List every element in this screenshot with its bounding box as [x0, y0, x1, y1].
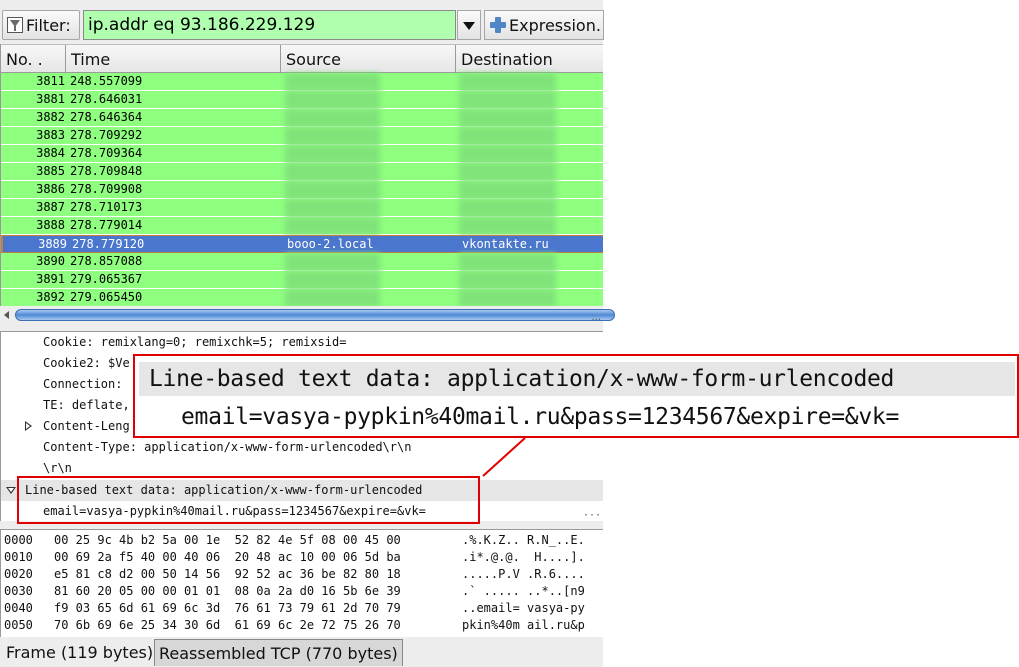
- packet-row[interactable]: 3891 279.065367: [1, 271, 603, 289]
- packet-number: 3888: [36, 218, 65, 232]
- packet-row[interactable]: 3885 278.709848: [1, 163, 603, 181]
- packet-number: 3886: [36, 182, 65, 196]
- packet-time: 278.779120: [72, 237, 145, 251]
- redacted-destination: [459, 271, 556, 289]
- redacted-source: [285, 127, 380, 145]
- packet-time: 278.779014: [70, 218, 143, 232]
- redacted-source: [285, 145, 380, 163]
- redacted-destination: [459, 217, 556, 235]
- redacted-destination: [459, 91, 556, 109]
- packet-destination: vkontakte.ru: [462, 237, 549, 251]
- packet-row[interactable]: 3811 248.557099: [1, 73, 603, 91]
- callout-body: email=vasya-pypkin%40mail.ru&pass=123456…: [181, 404, 900, 430]
- packet-number: 3892: [36, 290, 65, 304]
- packet-row[interactable]: 3881 278.646031: [1, 91, 603, 109]
- packet-rows: 3811 248.557099 3881 278.646031 3882 278.6463…: [1, 73, 603, 306]
- packet-time: 248.557099: [70, 74, 143, 88]
- redacted-source: [285, 199, 380, 217]
- packet-time: 278.646031: [70, 92, 143, 106]
- packet-row-selected[interactable]: 3889 278.779120 booo-2.local vkontakte.ru: [1, 235, 603, 253]
- packet-number: 3811: [36, 74, 65, 88]
- filter-input[interactable]: ip.addr eq 93.186.229.129: [83, 10, 456, 40]
- redacted-destination: [459, 181, 556, 199]
- callout-title: Line-based text data: application/x-www-…: [139, 362, 1015, 396]
- redacted-destination: [459, 73, 556, 91]
- packet-number: 3891: [36, 272, 65, 286]
- redacted-source: [285, 73, 380, 91]
- packet-time: 279.065450: [70, 290, 143, 304]
- expand-triangle-icon[interactable]: [25, 421, 32, 431]
- packet-source: booo-2.local: [287, 237, 374, 251]
- redacted-source: [285, 217, 380, 235]
- highlight-box: [17, 476, 480, 524]
- pane-resize-handle[interactable]: ···: [583, 510, 601, 521]
- packet-row[interactable]: 3886 278.709908: [1, 181, 603, 199]
- redacted-source: [285, 271, 380, 289]
- packet-row[interactable]: 3884 278.709364: [1, 145, 603, 163]
- packet-number: 3882: [36, 110, 65, 124]
- packet-time: 278.709848: [70, 164, 143, 178]
- tab-reassembled-tcp[interactable]: Reassembled TCP (770 bytes): [154, 639, 403, 666]
- packet-number: 3887: [36, 200, 65, 214]
- redacted-source: [285, 289, 380, 306]
- detail-line[interactable]: Cookie: remixlang=0; remixchk=5; remixsi…: [1, 332, 603, 353]
- packet-time: 278.709908: [70, 182, 143, 196]
- redacted-destination: [459, 289, 556, 306]
- plus-icon: [489, 16, 507, 34]
- packet-list-hscrollbar[interactable]: ···: [0, 306, 615, 326]
- packet-list-header: No. . Time Source Destination: [1, 44, 603, 73]
- packet-time: 278.710173: [70, 200, 143, 214]
- redacted-destination: [459, 163, 556, 181]
- column-header-no[interactable]: No. .: [1, 45, 66, 73]
- packet-row[interactable]: 3887 278.710173: [1, 199, 603, 217]
- packet-number: 3890: [36, 254, 65, 268]
- packet-number: 3881: [36, 92, 65, 106]
- redacted-destination: [459, 109, 556, 127]
- filter-button[interactable]: Filter:: [2, 10, 80, 40]
- column-header-time[interactable]: Time: [66, 45, 281, 73]
- detail-line[interactable]: Content-Type: application/x-www-form-url…: [1, 437, 603, 458]
- packet-number: 3885: [36, 164, 65, 178]
- redacted-source: [285, 163, 380, 181]
- expression-button[interactable]: Expression.: [484, 10, 604, 40]
- packet-number: 3884: [36, 146, 65, 160]
- pane-resize-handle[interactable]: ···: [591, 315, 601, 326]
- redacted-destination: [459, 145, 556, 163]
- redacted-source: [285, 253, 380, 271]
- packet-row[interactable]: 3892 279.065450: [1, 289, 603, 306]
- packet-number: 3883: [36, 128, 65, 142]
- collapse-triangle-icon[interactable]: [6, 487, 16, 494]
- packet-time: 278.709292: [70, 128, 143, 142]
- packet-row[interactable]: 3883 278.709292: [1, 127, 603, 145]
- filter-history-dropdown[interactable]: [457, 10, 481, 40]
- packet-row[interactable]: 3890 278.857088: [1, 253, 603, 271]
- packet-time: 278.709364: [70, 146, 143, 160]
- redacted-source: [285, 181, 380, 199]
- packet-list: No. . Time Source Destination 3811 248.55…: [0, 44, 603, 306]
- scroll-left-icon[interactable]: [4, 311, 9, 319]
- expression-label: Expression.: [509, 15, 601, 35]
- funnel-icon: [7, 17, 23, 33]
- packet-time: 278.857088: [70, 254, 143, 268]
- wireshark-window: Filter: ip.addr eq 93.186.229.129 Expres…: [0, 0, 615, 667]
- redacted-source: [285, 109, 380, 127]
- packet-bytes-pane: 0000 00 25 9c 4b b2 5a 00 1e 52 82 4e 5f …: [0, 529, 603, 637]
- scrollbar-thumb[interactable]: [15, 309, 615, 321]
- tab-frame[interactable]: Frame (119 bytes): [2, 639, 158, 666]
- redacted-destination: [459, 127, 556, 145]
- zoom-callout: Line-based text data: application/x-www-…: [133, 354, 1019, 438]
- packet-row[interactable]: 3882 278.646364: [1, 109, 603, 127]
- column-header-source[interactable]: Source: [281, 45, 456, 73]
- filter-label: Filter:: [26, 15, 71, 35]
- redacted-destination: [459, 199, 556, 217]
- packet-number: 3889: [38, 237, 67, 251]
- column-header-destination[interactable]: Destination: [456, 45, 603, 73]
- filter-toolbar: Filter: ip.addr eq 93.186.229.129 Expres…: [0, 7, 604, 41]
- packet-time: 278.646364: [70, 110, 143, 124]
- redacted-source: [285, 91, 380, 109]
- packet-time: 279.065367: [70, 272, 143, 286]
- bytes-tabs: Frame (119 bytes) Reassembled TCP (770 b…: [0, 637, 603, 667]
- packet-row[interactable]: 3888 278.779014: [1, 217, 603, 235]
- redacted-destination: [459, 253, 556, 271]
